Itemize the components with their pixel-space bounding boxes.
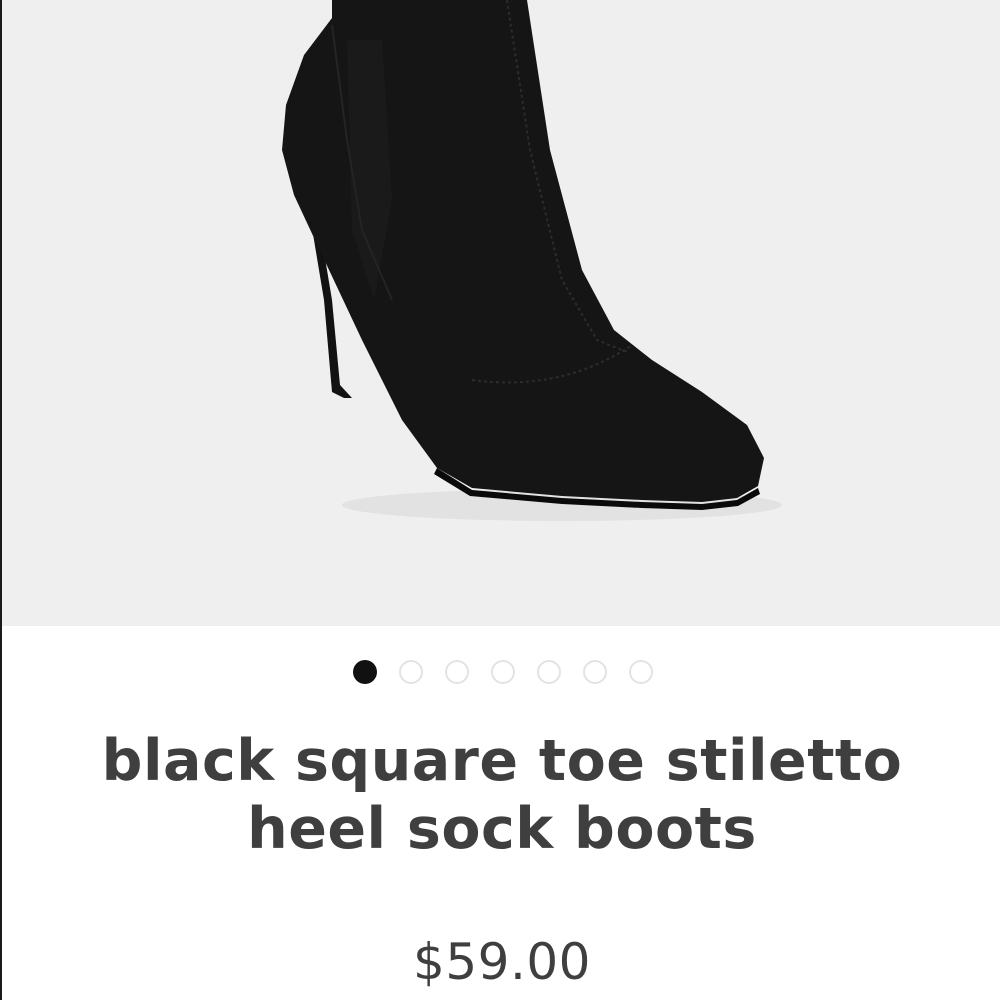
product-image[interactable] [2, 0, 1000, 626]
boot-photo-icon [2, 0, 1000, 626]
product-page: black square toe stiletto heel sock boot… [0, 0, 1000, 1000]
carousel-dot-6[interactable] [583, 660, 607, 684]
product-price: $59.00 [413, 933, 591, 991]
product-title: black square toe stiletto heel sock boot… [101, 728, 903, 862]
carousel-dot-1[interactable] [353, 660, 377, 684]
carousel-dot-4[interactable] [491, 660, 515, 684]
image-carousel-dots [2, 658, 1000, 686]
carousel-dot-7[interactable] [629, 660, 653, 684]
carousel-dot-2[interactable] [399, 660, 423, 684]
carousel-dot-5[interactable] [537, 660, 561, 684]
carousel-dot-3[interactable] [445, 660, 469, 684]
